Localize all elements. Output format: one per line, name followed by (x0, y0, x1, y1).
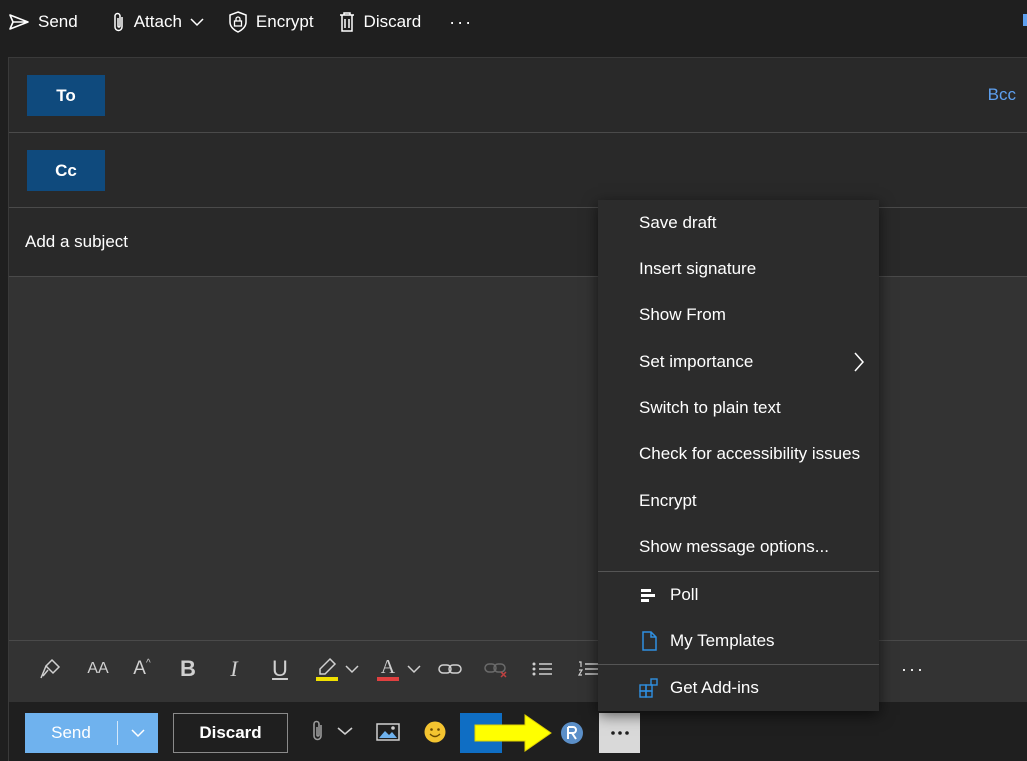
attach-dropdown-chevron-icon[interactable] (337, 726, 353, 736)
panel-edge-marker (1023, 14, 1027, 26)
highlighter-icon (319, 657, 337, 675)
discard-command[interactable]: Discard (338, 4, 422, 40)
send-command-label: Send (38, 12, 78, 31)
menu-item-label: Show message options... (639, 537, 829, 556)
menu-item-show-from[interactable]: Show From (598, 292, 879, 338)
shield-lock-icon (229, 11, 247, 33)
ellipsis-icon (610, 731, 629, 735)
menu-item-encrypt[interactable]: Encrypt (598, 478, 879, 524)
italic-button[interactable]: I (223, 655, 245, 683)
menu-item-label: Poll (670, 585, 699, 604)
caret-up-icon: ^ (145, 657, 151, 669)
more-options-menu: Save draft Insert signature Show From Se… (598, 200, 879, 711)
menu-item-set-importance[interactable]: Set importance (598, 339, 879, 385)
send-button[interactable]: Send (25, 713, 158, 753)
poll-icon (639, 585, 659, 605)
chevron-right-icon (854, 352, 865, 372)
font-size-label: AA (87, 660, 109, 677)
menu-item-label: My Templates (670, 631, 775, 650)
menu-item-switch-plain-text[interactable]: Switch to plain text (598, 385, 879, 431)
menu-item-label: Encrypt (639, 491, 697, 510)
menu-item-poll[interactable]: Poll (598, 572, 879, 618)
addin-logo-icon[interactable] (561, 722, 583, 744)
send-split-divider (117, 721, 118, 745)
font-color-dropdown-icon[interactable] (405, 655, 423, 683)
more-actions-button[interactable] (599, 713, 640, 753)
paperclip-icon (113, 12, 123, 32)
font-color-letter: A (380, 656, 396, 678)
cc-button[interactable]: Cc (27, 150, 105, 191)
format-painter-icon[interactable] (37, 655, 63, 683)
menu-item-label: Check for accessibility issues (639, 444, 861, 463)
pointer-arrow-icon (473, 714, 553, 757)
menu-item-get-addins[interactable]: Get Add-ins (598, 665, 879, 711)
trash-icon (339, 12, 354, 32)
font-color-swatch (377, 677, 399, 681)
menu-item-label: Switch to plain text (639, 398, 781, 417)
send-command[interactable]: Send (8, 4, 78, 40)
menu-item-label: Set importance (639, 352, 754, 371)
emoji-icon[interactable] (423, 720, 447, 744)
menu-item-save-draft[interactable]: Save draft (598, 200, 879, 246)
chevron-down-icon[interactable] (190, 17, 204, 27)
discard-button[interactable]: Discard (173, 713, 288, 753)
get-addins-icon (639, 678, 659, 698)
menu-item-label: Show From (639, 305, 726, 324)
discard-command-label: Discard (363, 12, 422, 31)
attach-command[interactable]: Attach (112, 4, 204, 40)
menu-item-label: Get Add-ins (670, 678, 759, 697)
command-bar: Send Attach Encrypt Discard ··· (0, 0, 1027, 44)
format-more-button[interactable]: ··· (901, 659, 925, 680)
font-size-icon[interactable]: AA (83, 655, 113, 683)
grow-font-label: A (133, 658, 146, 679)
menu-item-message-options[interactable]: Show message options... (598, 524, 879, 570)
link-icon[interactable] (437, 655, 463, 683)
attach-paperclip-icon[interactable] (311, 719, 325, 743)
insert-picture-icon[interactable] (376, 722, 400, 742)
bullets-icon[interactable] (529, 655, 555, 683)
menu-item-label: Save draft (639, 213, 717, 232)
more-options-button[interactable]: ··· (449, 12, 473, 33)
send-icon (9, 14, 29, 30)
send-options-chevron-icon[interactable] (118, 728, 158, 738)
bold-button[interactable]: B (177, 655, 199, 683)
underline-button[interactable]: U (269, 655, 291, 683)
highlight-color-swatch (316, 677, 338, 681)
encrypt-command[interactable]: Encrypt (228, 4, 314, 40)
grow-font-icon[interactable]: A ^ (129, 655, 155, 683)
menu-item-label: Insert signature (639, 259, 757, 278)
bcc-link[interactable]: Bcc (988, 85, 1016, 105)
highlight-dropdown-icon[interactable] (343, 655, 361, 683)
menu-item-insert-signature[interactable]: Insert signature (598, 246, 879, 292)
to-row[interactable]: To Bcc (9, 58, 1027, 133)
templates-icon (639, 631, 659, 651)
to-button[interactable]: To (27, 75, 105, 116)
font-color-button[interactable]: A (375, 655, 401, 683)
cc-row[interactable]: Cc (9, 133, 1027, 208)
encrypt-command-label: Encrypt (255, 12, 314, 31)
subject-input[interactable]: Add a subject (25, 232, 128, 252)
send-button-label: Send (51, 723, 91, 742)
menu-item-my-templates[interactable]: My Templates (598, 618, 879, 664)
menu-item-accessibility[interactable]: Check for accessibility issues (598, 431, 879, 477)
attach-command-label: Attach (133, 12, 182, 31)
unlink-icon[interactable] (483, 655, 509, 683)
highlight-button[interactable] (314, 655, 340, 683)
